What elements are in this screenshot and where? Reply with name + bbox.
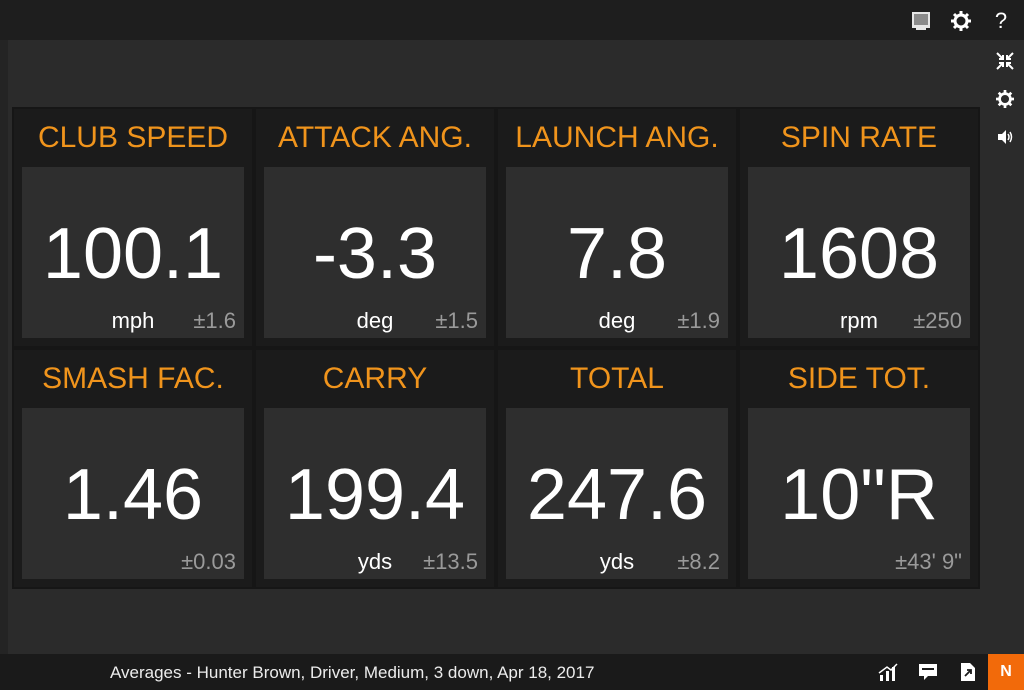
display-icon[interactable] (908, 8, 934, 34)
tile-tolerance: ±1.5 (435, 308, 478, 333)
speaker-icon[interactable] (992, 124, 1018, 150)
tile-value-panel: -3.3 deg ±1.5 (264, 167, 486, 338)
left-edge-strip (0, 40, 8, 654)
help-label: ? (994, 8, 1008, 33)
tile-title: LAUNCH ANG. (515, 121, 719, 154)
tile-tolerance: ±43' 9" (895, 549, 962, 574)
tile-title: ATTACK ANG. (278, 121, 472, 154)
metric-tile-launch-angle[interactable]: LAUNCH ANG. 7.8 deg ±1.9 (498, 109, 736, 346)
tile-tolerance: ±250 (913, 308, 962, 333)
metric-tile-attack-angle[interactable]: ATTACK ANG. -3.3 deg ±1.5 (256, 109, 494, 346)
tile-tolerance: ±8.2 (677, 549, 720, 574)
help-icon[interactable]: ? (988, 8, 1014, 34)
metrics-grid: CLUB SPEED 100.1 mph ±1.6 ATTACK ANG. -3… (12, 107, 980, 589)
tile-tolerance: ±1.6 (193, 308, 236, 333)
tile-title: TOTAL (570, 362, 664, 395)
status-text: Averages - Hunter Brown, Driver, Medium,… (110, 663, 595, 682)
tile-value-panel: 199.4 yds ±13.5 (264, 408, 486, 579)
bottom-icon-group: N (868, 654, 1024, 690)
tile-value: 247.6 (526, 455, 708, 535)
collapse-icon[interactable] (992, 48, 1018, 74)
metric-tile-spin-rate[interactable]: SPIN RATE 1608 rpm ±250 (740, 109, 978, 346)
top-toolbar: ? (0, 0, 1024, 40)
export-icon[interactable] (948, 654, 988, 690)
tile-value-panel: 247.6 yds ±8.2 (506, 408, 728, 579)
metric-tile-total[interactable]: TOTAL 247.6 yds ±8.2 (498, 350, 736, 587)
tile-value: 1608 (778, 214, 940, 294)
tile-tolerance: ±13.5 (423, 549, 478, 574)
tile-title: CARRY (322, 362, 428, 395)
metric-tile-smash-factor[interactable]: SMASH FAC. 1.46 ±0.03 (14, 350, 252, 587)
right-rail (986, 40, 1024, 654)
chart-icon[interactable] (868, 654, 908, 690)
gear-icon[interactable] (948, 8, 974, 34)
tile-value: 7.8 (566, 214, 668, 294)
tile-value-panel: 1608 rpm ±250 (748, 167, 970, 338)
metric-tile-side-total[interactable]: SIDE TOT. 10"R ±43' 9" (740, 350, 978, 587)
status-bar: Averages - Hunter Brown, Driver, Medium,… (0, 654, 1024, 690)
comment-icon[interactable] (908, 654, 948, 690)
rail-gear-icon[interactable] (992, 86, 1018, 112)
top-icon-group: ? (908, 8, 1014, 34)
tile-value: -3.3 (312, 214, 438, 294)
tile-value-panel: 7.8 deg ±1.9 (506, 167, 728, 338)
tile-title: SMASH FAC. (42, 362, 224, 395)
tile-value: 1.46 (62, 455, 204, 535)
tile-title: CLUB SPEED (37, 121, 229, 154)
tile-tolerance: ±1.9 (677, 308, 720, 333)
tile-tolerance: ±0.03 (181, 549, 236, 574)
tile-value: 199.4 (284, 455, 466, 535)
tile-value: 100.1 (42, 214, 224, 294)
tile-value-panel: 1.46 ±0.03 (22, 408, 244, 579)
metric-tile-carry[interactable]: CARRY 199.4 yds ±13.5 (256, 350, 494, 587)
metric-tile-club-speed[interactable]: CLUB SPEED 100.1 mph ±1.6 (14, 109, 252, 346)
tile-title: SPIN RATE (780, 121, 938, 154)
n-badge-button[interactable]: N (988, 654, 1024, 690)
tile-title: SIDE TOT. (787, 362, 931, 395)
tile-value: 10"R (780, 455, 938, 535)
tile-value-panel: 100.1 mph ±1.6 (22, 167, 244, 338)
tile-value-panel: 10"R ±43' 9" (748, 408, 970, 579)
